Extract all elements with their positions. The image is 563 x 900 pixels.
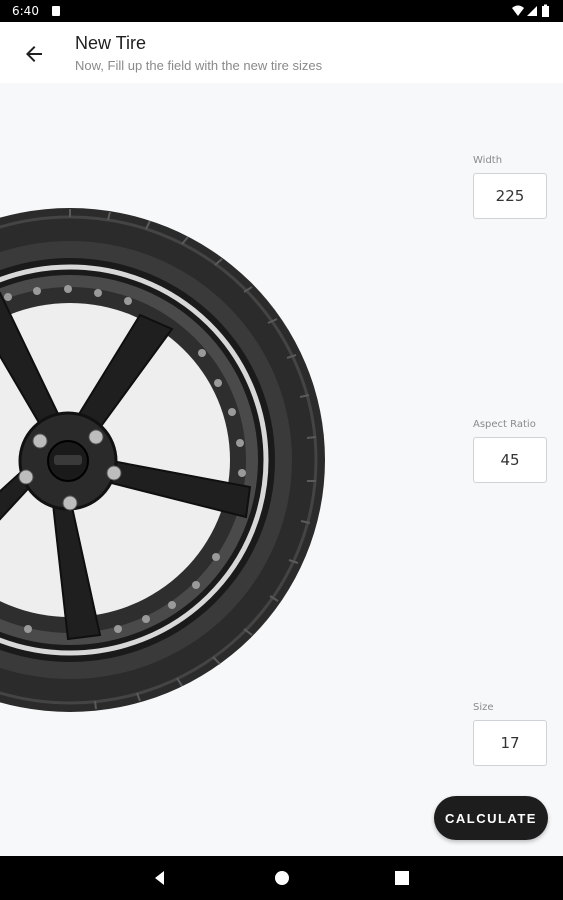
status-time: 6:40 <box>12 4 39 18</box>
page-subtitle: Now, Fill up the field with the new tire… <box>75 58 323 73</box>
app-bar: New Tire Now, Fill up the field with the… <box>0 22 563 83</box>
page-title: New Tire <box>75 33 147 53</box>
aspect-ratio-field[interactable]: 45 <box>473 437 547 483</box>
tire-wheel-icon <box>0 208 325 712</box>
nav-recents-button[interactable] <box>394 870 410 891</box>
back-triangle-icon <box>155 871 164 885</box>
tire-illustration <box>0 83 340 856</box>
width-field[interactable]: 225 <box>473 173 547 219</box>
nav-home-button[interactable] <box>274 870 290 891</box>
calculate-button[interactable]: CALCULATE <box>434 796 548 840</box>
size-field[interactable]: 17 <box>473 720 547 766</box>
recents-square-icon <box>395 871 409 885</box>
aspect-ratio-label: Aspect Ratio <box>473 419 536 430</box>
back-button[interactable] <box>22 42 46 66</box>
nav-bar <box>0 856 563 900</box>
width-label: Width <box>473 155 503 166</box>
arrow-back-icon <box>26 46 42 62</box>
signal-icon <box>527 6 537 16</box>
home-circle-icon <box>275 871 289 885</box>
content-area: Width 225 Aspect Ratio 45 Size 17 CALCUL… <box>0 83 563 856</box>
status-icons <box>511 4 551 18</box>
wifi-icon <box>512 5 524 16</box>
battery-icon <box>542 4 549 17</box>
sd-card-icon <box>52 6 60 16</box>
size-label: Size <box>473 702 494 713</box>
nav-back-button[interactable] <box>152 870 168 891</box>
status-bar: 6:40 <box>0 0 563 22</box>
